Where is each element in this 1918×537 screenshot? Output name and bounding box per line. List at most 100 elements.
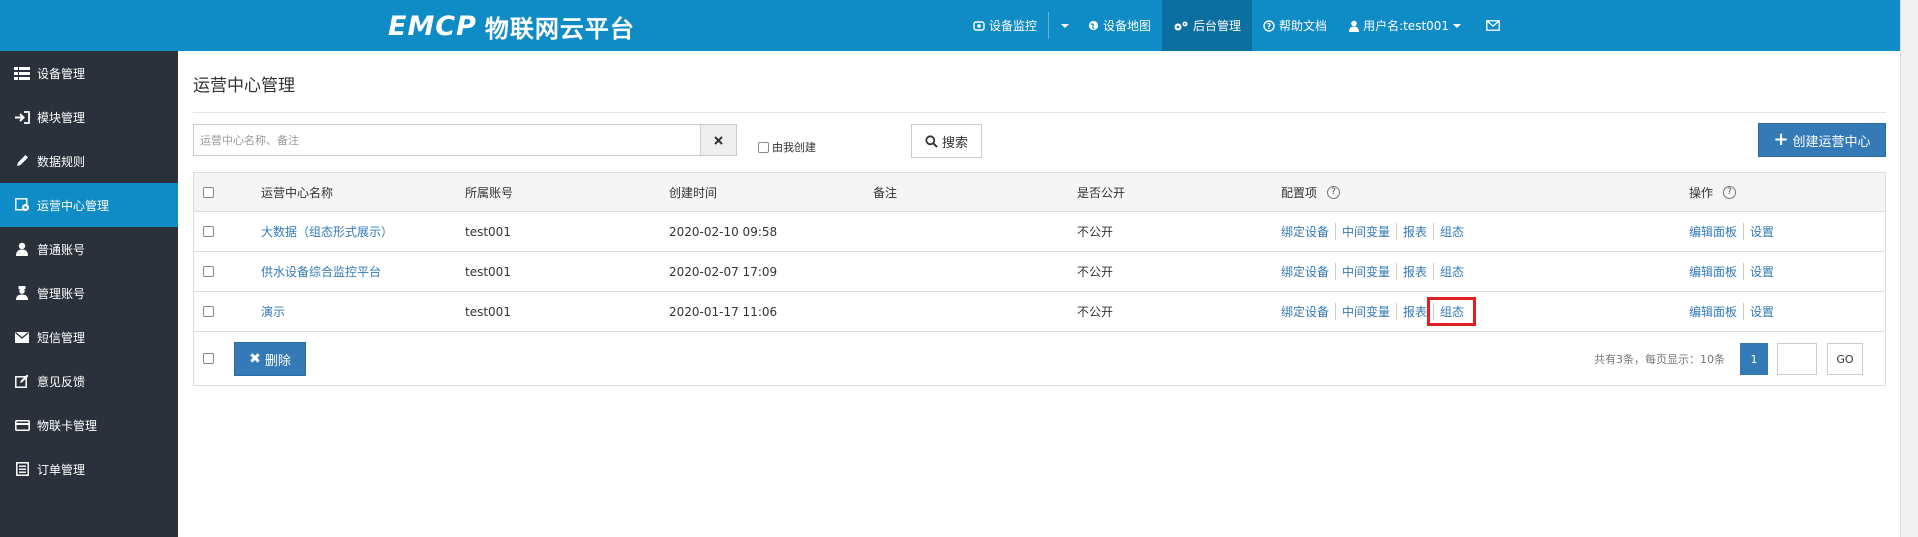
question-circle-icon: ?: [1263, 19, 1275, 32]
select-all-checkbox[interactable]: [203, 186, 214, 198]
bind-device-link[interactable]: 绑定设备: [1281, 263, 1335, 280]
pagination-summary: 共有3条，每页显示：10条: [1594, 353, 1725, 366]
sidebar-item-ops-center[interactable]: 运营中心管理: [0, 183, 178, 227]
top-navbar: EMCP 物联网云平台 设备监控 设备地图 后台管理 ? 帮助文档 用户名:te…: [0, 0, 1900, 51]
op-links: 编辑面板 设置: [1689, 252, 1780, 291]
create-button-label: 创建运营中心: [1792, 134, 1871, 150]
svg-text:?: ?: [1267, 22, 1272, 31]
globe-icon: [1088, 20, 1099, 31]
nav-device-map[interactable]: 设备地图: [1077, 0, 1162, 51]
bind-device-link[interactable]: 绑定设备: [1281, 303, 1335, 320]
sidebar-item-data-rules[interactable]: 数据规则: [0, 139, 178, 183]
sidebar-item-device-management[interactable]: 设备管理: [0, 51, 178, 95]
header-config-label: 配置项: [1281, 185, 1318, 200]
configuration-link[interactable]: 组态: [1433, 263, 1470, 280]
nav-messages[interactable]: [1472, 0, 1518, 51]
sidebar-item-admin-accounts[interactable]: 管理账号: [0, 271, 178, 315]
table-header-row: 运营中心名称 所属账号 创建时间 备注 是否公开 配置项? 操作?: [194, 173, 1885, 211]
page-number-current[interactable]: 1: [1740, 343, 1768, 375]
brand-logo[interactable]: EMCP 物联网云平台: [388, 10, 635, 43]
sidebar-item-iot-cards[interactable]: 物联卡管理: [0, 403, 178, 447]
sidebar-item-label: 短信管理: [37, 330, 86, 345]
sidebar-item-label: 普通账号: [37, 242, 86, 257]
header-ops: 操作?: [1689, 173, 1737, 211]
configuration-link[interactable]: 组态: [1433, 223, 1470, 240]
row-select-cell: [203, 292, 214, 331]
nav-device-monitor[interactable]: 设备监控: [962, 0, 1048, 51]
row-checkbox[interactable]: [203, 266, 214, 277]
sidebar-item-label: 物联卡管理: [37, 418, 98, 433]
search-button[interactable]: 搜索: [911, 124, 982, 158]
row-select-cell: [203, 252, 214, 291]
intermediate-variable-link[interactable]: 中间变量: [1335, 263, 1396, 280]
settings-link[interactable]: 设置: [1743, 303, 1780, 320]
ops-center-name-link[interactable]: 演示: [261, 292, 285, 331]
pencil-icon: [13, 153, 31, 169]
gears-icon: [1174, 21, 1188, 30]
configuration-link-highlighted[interactable]: 组态: [1427, 297, 1477, 326]
op-links: 编辑面板 设置: [1689, 292, 1780, 331]
eye-icon: [973, 20, 985, 31]
search-input[interactable]: [194, 125, 700, 155]
table-row: 供水设备综合监控平台 test001 2020-02-07 17:09 不公开 …: [194, 251, 1885, 291]
sidebar-item-module-management[interactable]: 模块管理: [0, 95, 178, 139]
ops-help-icon[interactable]: ?: [1723, 185, 1737, 199]
ops-center-name-link[interactable]: 供水设备综合监控平台: [261, 252, 381, 291]
nav-device-monitor-label: 设备监控: [989, 19, 1038, 33]
intermediate-variable-link[interactable]: 中间变量: [1335, 303, 1396, 320]
close-icon: [714, 135, 723, 145]
nav-user-menu[interactable]: 用户名:test001: [1338, 0, 1472, 51]
sidebar-item-feedback[interactable]: 意见反馈: [0, 359, 178, 403]
edit-panel-link[interactable]: 编辑面板: [1689, 263, 1743, 280]
settings-link[interactable]: 设置: [1743, 263, 1780, 280]
search-box: [193, 124, 701, 156]
config-help-icon[interactable]: ?: [1327, 185, 1341, 199]
op-links: 编辑面板 设置: [1689, 212, 1780, 251]
report-link[interactable]: 报表: [1396, 263, 1433, 280]
row-checkbox[interactable]: [203, 306, 214, 317]
create-ops-center-button[interactable]: + 创建运营中心: [1758, 123, 1886, 157]
created-by-me-checkbox[interactable]: [758, 141, 769, 153]
edit-icon: [13, 373, 31, 389]
delete-button[interactable]: ✖ 删除: [234, 342, 306, 376]
chevron-down-icon: [1061, 23, 1070, 28]
nav-device-monitor-dropdown[interactable]: [1049, 0, 1077, 51]
ops-center-name-link[interactable]: 大数据（组态形式展示）: [261, 212, 393, 251]
report-link[interactable]: 报表: [1396, 223, 1433, 240]
sidebar-item-normal-accounts[interactable]: 普通账号: [0, 227, 178, 271]
clear-search-button[interactable]: [700, 124, 737, 156]
edit-panel-link[interactable]: 编辑面板: [1689, 303, 1743, 320]
user-icon: [1349, 20, 1360, 32]
nav-device-map-label: 设备地图: [1103, 19, 1152, 33]
created-by-me-label: 由我创建: [772, 141, 816, 154]
sidebar-item-label: 数据规则: [37, 154, 86, 169]
cog-box-icon: [13, 197, 31, 213]
bind-device-link[interactable]: 绑定设备: [1281, 223, 1335, 240]
report-link[interactable]: 报表: [1396, 303, 1433, 320]
nav-help[interactable]: ? 帮助文档: [1252, 0, 1338, 51]
sidebar-item-label: 订单管理: [37, 462, 86, 477]
sidebar-item-orders[interactable]: 订单管理: [0, 447, 178, 491]
go-button[interactable]: GO: [1827, 343, 1863, 375]
nav-admin[interactable]: 后台管理: [1162, 0, 1253, 51]
config-links: 绑定设备 中间变量 报表 组态: [1281, 292, 1477, 331]
edit-panel-link[interactable]: 编辑面板: [1689, 223, 1743, 240]
account-cell: test001: [465, 264, 511, 279]
intermediate-variable-link[interactable]: 中间变量: [1335, 223, 1396, 240]
settings-link[interactable]: 设置: [1743, 223, 1780, 240]
nav-user-label: 用户名:test001: [1363, 19, 1450, 33]
header-ops-label: 操作: [1689, 185, 1714, 200]
page-scrollbar[interactable]: [1900, 0, 1918, 537]
created-by-me-filter[interactable]: 由我创建: [758, 139, 816, 155]
footer-select-all-checkbox[interactable]: [203, 353, 214, 364]
header-account: 所属账号: [465, 185, 514, 200]
page-jump-input[interactable]: [1777, 343, 1817, 375]
header-created: 创建时间: [669, 185, 718, 200]
row-checkbox[interactable]: [203, 226, 214, 237]
nav-admin-label: 后台管理: [1193, 19, 1242, 33]
chevron-down-icon: [1453, 23, 1462, 28]
header-public: 是否公开: [1077, 185, 1126, 200]
footer-select-cell: [203, 332, 214, 385]
sign-in-icon: [13, 109, 31, 125]
sidebar-item-sms[interactable]: 短信管理: [0, 315, 178, 359]
